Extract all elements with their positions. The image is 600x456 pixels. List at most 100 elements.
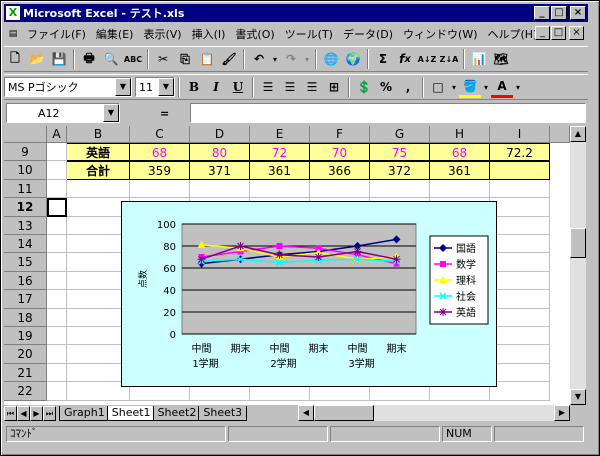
scroll-up-icon[interactable]: ▲ bbox=[570, 126, 586, 142]
bold-button[interactable]: B bbox=[183, 76, 205, 98]
cell-h9[interactable]: 68 bbox=[430, 143, 490, 162]
comma-button[interactable]: , bbox=[397, 76, 419, 98]
name-box[interactable]: A12 ▼ bbox=[6, 103, 120, 123]
cell-g10[interactable]: 372 bbox=[370, 161, 430, 180]
cell-g11[interactable] bbox=[370, 179, 430, 199]
copy-icon[interactable]: ⎘ bbox=[174, 48, 196, 70]
scroll-thumb[interactable] bbox=[570, 228, 586, 258]
cell-i22[interactable] bbox=[490, 382, 550, 401]
cell-d10[interactable]: 371 bbox=[190, 161, 250, 180]
cell-a21[interactable] bbox=[47, 363, 67, 383]
new-icon[interactable]: 🗋 bbox=[4, 48, 26, 70]
cell-h11[interactable] bbox=[430, 179, 490, 199]
cell-a14[interactable] bbox=[47, 235, 67, 254]
cell-a9[interactable] bbox=[47, 143, 67, 162]
cell-i21[interactable] bbox=[490, 363, 550, 383]
cell-i10[interactable] bbox=[490, 161, 550, 180]
borders-dropdown-icon[interactable]: ▾ bbox=[449, 76, 459, 98]
cell-i13[interactable] bbox=[490, 216, 550, 235]
currency-icon[interactable]: 💲 bbox=[353, 76, 375, 98]
select-all-corner[interactable] bbox=[4, 126, 47, 143]
cell-i20[interactable] bbox=[490, 345, 550, 364]
row-header-17[interactable]: 17 bbox=[4, 290, 47, 309]
cell-a20[interactable] bbox=[47, 345, 67, 364]
row-header-18[interactable]: 18 bbox=[4, 308, 47, 327]
row-header-21[interactable]: 21 bbox=[4, 363, 47, 383]
menu-tools[interactable]: ツール(T) bbox=[280, 26, 338, 42]
doc-maximize-button[interactable]: □ bbox=[551, 26, 566, 40]
cell-a15[interactable] bbox=[47, 253, 67, 272]
menu-window[interactable]: ウィンドウ(W) bbox=[398, 26, 482, 42]
column-header-e[interactable]: E bbox=[250, 126, 310, 143]
menu-insert[interactable]: 挿入(I) bbox=[187, 26, 231, 42]
sort-ascending-icon[interactable]: A↓Z bbox=[416, 48, 438, 70]
print-preview-icon[interactable]: 🔍 bbox=[100, 48, 122, 70]
vertical-scrollbar[interactable]: ▲ ▼ bbox=[570, 126, 586, 405]
chevron-down-icon[interactable]: ▼ bbox=[115, 78, 131, 96]
cell-b10[interactable]: 合計 bbox=[67, 161, 130, 180]
cell-h10[interactable]: 361 bbox=[430, 161, 490, 180]
close-button[interactable]: × bbox=[570, 6, 586, 20]
minimize-button[interactable]: _ bbox=[534, 6, 550, 20]
scroll-right-icon[interactable]: ▶ bbox=[554, 405, 570, 421]
cell-a13[interactable] bbox=[47, 216, 67, 235]
cell-b9[interactable]: 英語 bbox=[67, 143, 130, 162]
cell-g9[interactable]: 75 bbox=[370, 143, 430, 162]
cell-c10[interactable]: 359 bbox=[130, 161, 190, 180]
row-header-10[interactable]: 10 bbox=[4, 161, 47, 180]
column-header-b[interactable]: B bbox=[67, 126, 130, 143]
cell-d9[interactable]: 80 bbox=[190, 143, 250, 162]
cell-c9[interactable]: 68 bbox=[130, 143, 190, 162]
cell-i9[interactable]: 72.2 bbox=[490, 143, 550, 162]
format-painter-icon[interactable]: 🖌 bbox=[218, 48, 240, 70]
fill-color-icon[interactable]: 🪣 bbox=[459, 76, 481, 98]
row-header-16[interactable]: 16 bbox=[4, 271, 47, 291]
column-header-d[interactable]: D bbox=[190, 126, 250, 143]
cell-i11[interactable] bbox=[490, 179, 550, 199]
tab-sheet2[interactable]: Sheet2 bbox=[152, 405, 202, 421]
undo-dropdown-icon[interactable]: ▾ bbox=[270, 48, 280, 70]
underline-button[interactable]: U bbox=[227, 76, 249, 98]
row-header-15[interactable]: 15 bbox=[4, 253, 47, 272]
map-icon[interactable]: 🗺 bbox=[490, 48, 512, 70]
cell-e11[interactable] bbox=[250, 179, 310, 199]
tab-sheet3[interactable]: Sheet3 bbox=[198, 405, 248, 421]
cell-f10[interactable]: 366 bbox=[310, 161, 370, 180]
excel-app-icon[interactable]: X bbox=[6, 6, 20, 20]
web-toolbar-icon[interactable]: 🌍 bbox=[342, 48, 364, 70]
row-header-19[interactable]: 19 bbox=[4, 327, 47, 346]
doc-minimize-button[interactable]: _ bbox=[535, 26, 550, 40]
open-icon[interactable]: 📂 bbox=[26, 48, 48, 70]
column-header-a[interactable]: A bbox=[47, 126, 67, 143]
cell-f11[interactable] bbox=[310, 179, 370, 199]
cell-a22[interactable] bbox=[47, 382, 67, 401]
align-center-icon[interactable]: ☰ bbox=[279, 76, 301, 98]
cell-i14[interactable] bbox=[490, 235, 550, 254]
document-icon[interactable]: ▤ bbox=[4, 26, 22, 42]
autosum-icon[interactable]: Σ bbox=[372, 48, 394, 70]
spelling-icon[interactable]: ABC bbox=[122, 48, 144, 70]
scroll-left-icon[interactable]: ◀ bbox=[298, 405, 314, 421]
borders-icon[interactable]: □ bbox=[427, 76, 449, 98]
cell-c11[interactable] bbox=[130, 179, 190, 199]
cell-a11[interactable] bbox=[47, 179, 67, 199]
cell-a10[interactable] bbox=[47, 161, 67, 180]
first-sheet-icon[interactable]: ⏮ bbox=[4, 405, 17, 421]
next-sheet-icon[interactable]: ▶ bbox=[30, 405, 43, 421]
last-sheet-icon[interactable]: ⏭ bbox=[43, 405, 56, 421]
scroll-down-icon[interactable]: ▼ bbox=[570, 389, 586, 405]
cell-i18[interactable] bbox=[490, 308, 550, 327]
save-icon[interactable]: 💾 bbox=[48, 48, 70, 70]
cell-i16[interactable] bbox=[490, 271, 550, 291]
chevron-down-icon[interactable]: ▼ bbox=[103, 104, 119, 122]
font-color-icon[interactable]: A bbox=[491, 76, 513, 98]
line-chart[interactable]: 0 20 40 60 80 100 点数 中間 期末 中間 期末 中間 期末 1学期 2学期 3学期 国語 数学理… bbox=[121, 201, 497, 387]
chevron-down-icon[interactable]: ▼ bbox=[158, 78, 174, 96]
paste-icon[interactable]: 📋 bbox=[196, 48, 218, 70]
hyperlink-icon[interactable]: 🌐 bbox=[320, 48, 342, 70]
redo-icon[interactable]: ↷ bbox=[280, 48, 302, 70]
font-name-select[interactable]: MS Pゴシック ▼ bbox=[4, 77, 132, 97]
cell-a18[interactable] bbox=[47, 308, 67, 327]
cell-i15[interactable] bbox=[490, 253, 550, 272]
chart-wizard-icon[interactable]: 📊 bbox=[468, 48, 490, 70]
